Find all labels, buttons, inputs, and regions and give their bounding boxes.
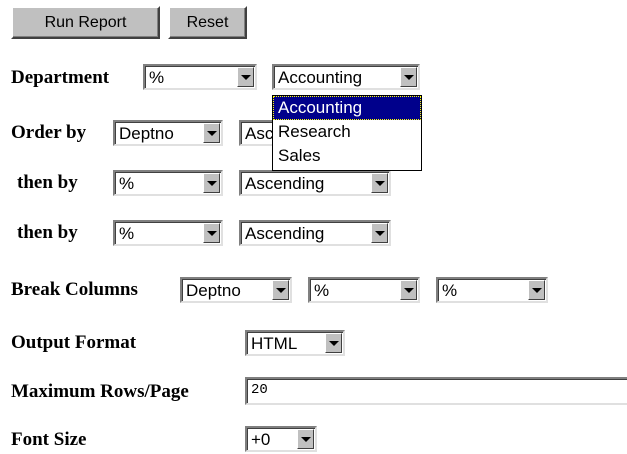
department-filter-select[interactable]: % — [143, 64, 257, 90]
font-size-select[interactable]: +0 — [245, 426, 317, 452]
break-column-2-select[interactable]: % — [308, 277, 420, 303]
break-columns-label: Break Columns — [11, 279, 138, 300]
department-select[interactable]: Accounting — [272, 64, 420, 90]
output-format-label: Output Format — [11, 332, 137, 353]
order-by-column-select[interactable]: Deptno — [113, 120, 223, 146]
chevron-down-icon[interactable] — [400, 67, 417, 87]
order-by-column-value: Deptno — [119, 124, 174, 143]
break-column-3-value: % — [442, 281, 458, 300]
department-select-value: Accounting — [278, 68, 363, 87]
chevron-down-icon[interactable] — [371, 223, 388, 243]
font-size-value: +0 — [251, 430, 271, 449]
then-by-2-direction-select[interactable]: Ascending — [239, 220, 391, 246]
department-filter-value: % — [149, 68, 165, 87]
break-column-1-value: Deptno — [186, 281, 241, 300]
chevron-down-icon[interactable] — [528, 280, 545, 300]
then-by-2-column-value: % — [119, 224, 135, 243]
reset-button[interactable]: Reset — [168, 6, 247, 39]
then-by-1-column-select[interactable]: % — [113, 170, 223, 196]
department-dropdown-list: Accounting Research Sales — [272, 95, 422, 171]
font-size-label: Font Size — [11, 429, 87, 450]
department-option-sales[interactable]: Sales — [273, 144, 421, 168]
chevron-down-icon[interactable] — [203, 123, 220, 143]
then-by-2-direction-value: Ascending — [245, 224, 325, 243]
max-rows-input[interactable]: 20 — [245, 377, 627, 405]
then-by-1-direction-value: Ascending — [245, 174, 325, 193]
then-by-1-column-value: % — [119, 174, 135, 193]
break-column-1-select[interactable]: Deptno — [180, 277, 292, 303]
then-by-1-direction-select[interactable]: Ascending — [239, 170, 391, 196]
output-format-value: HTML — [251, 334, 298, 353]
chevron-down-icon[interactable] — [237, 67, 254, 87]
break-column-2-value: % — [314, 281, 330, 300]
chevron-down-icon[interactable] — [272, 280, 289, 300]
chevron-down-icon[interactable] — [400, 280, 417, 300]
chevron-down-icon[interactable] — [203, 223, 220, 243]
run-report-button[interactable]: Run Report — [11, 6, 160, 39]
break-column-3-select[interactable]: % — [436, 277, 548, 303]
then-by-label: then by — [17, 172, 78, 193]
chevron-down-icon[interactable] — [371, 173, 388, 193]
chevron-down-icon[interactable] — [297, 429, 314, 449]
department-label: Department — [11, 67, 110, 88]
order-by-label: Order by — [11, 122, 87, 143]
max-rows-label: Maximum Rows/Page — [11, 381, 189, 402]
chevron-down-icon[interactable] — [203, 173, 220, 193]
chevron-down-icon[interactable] — [325, 333, 342, 353]
department-option-research[interactable]: Research — [273, 120, 421, 144]
department-option-accounting[interactable]: Accounting — [273, 96, 421, 120]
then-by-label: then by — [17, 222, 78, 243]
output-format-select[interactable]: HTML — [245, 330, 345, 356]
then-by-2-column-select[interactable]: % — [113, 220, 223, 246]
